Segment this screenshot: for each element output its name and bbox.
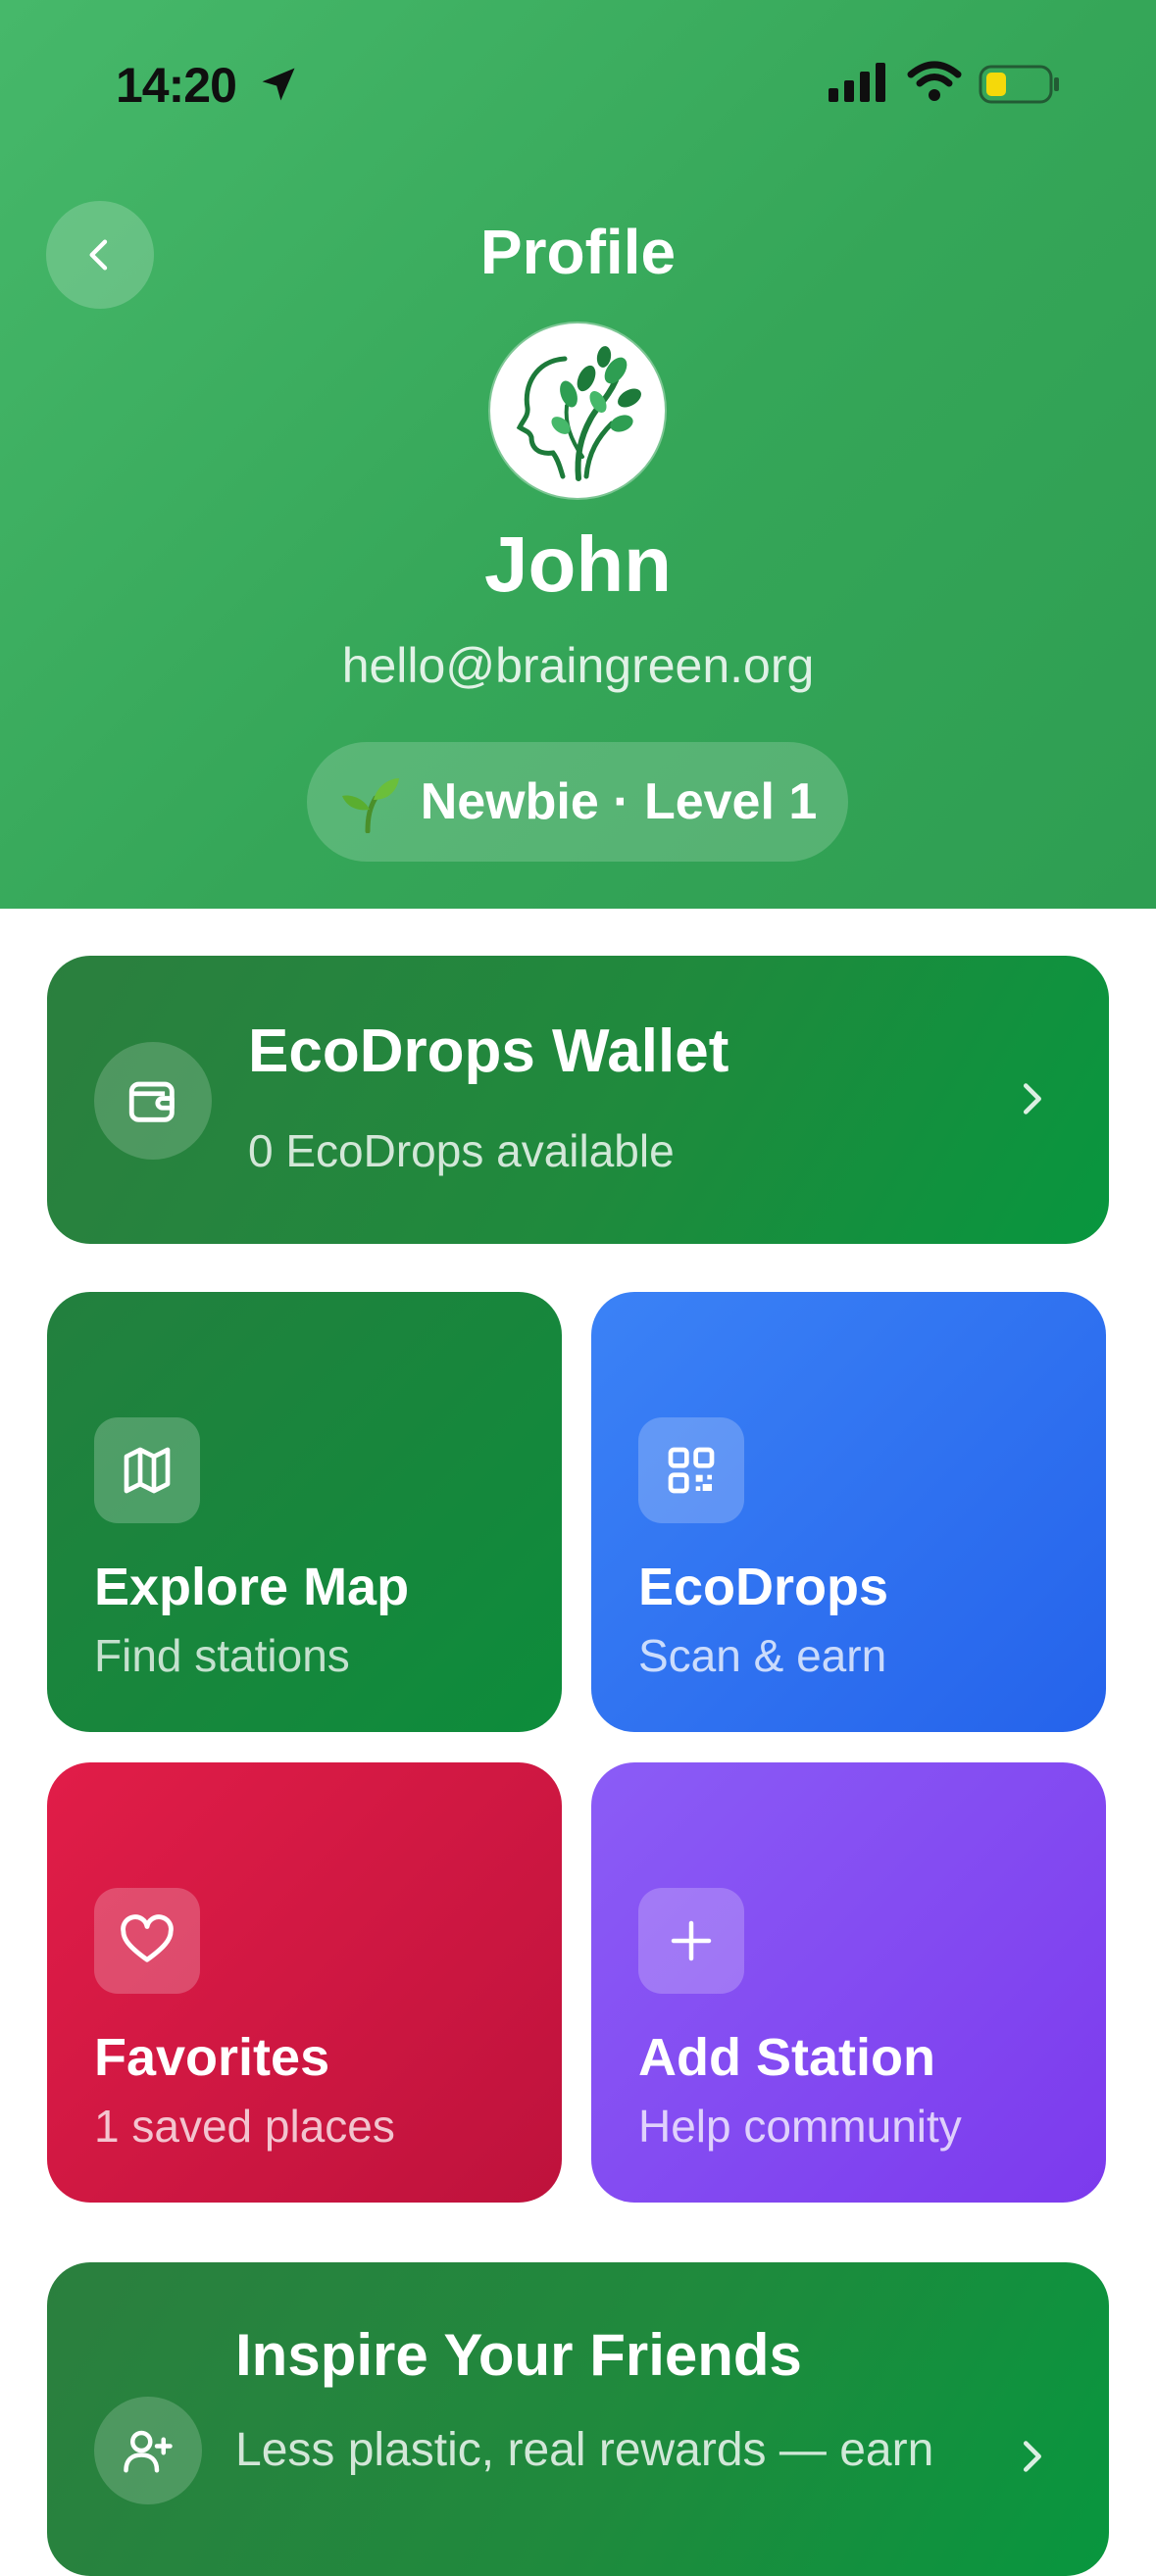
plus-icon-badge — [638, 1888, 744, 1994]
profile-header: 14:20 Profile John hello@braingreen.org … — [0, 0, 1156, 909]
seedling-icon — [341, 778, 399, 833]
tree-head-logo-icon — [516, 346, 641, 481]
wifi-icon — [907, 61, 962, 101]
chevron-right-icon — [1023, 2441, 1041, 2472]
ecodrops-tile[interactable]: EcoDrops Scan & earn — [591, 1292, 1106, 1732]
invite-title: Inspire Your Friends — [235, 2322, 802, 2388]
user-name: John — [483, 520, 673, 608]
qr-icon-badge — [638, 1417, 744, 1523]
add-station-tile[interactable]: Add Station Help community — [591, 1762, 1106, 2203]
battery-icon — [979, 65, 1059, 104]
tile-subtitle: Scan & earn — [638, 1630, 887, 1681]
heart-icon — [121, 1914, 174, 1962]
heart-icon-badge — [94, 1888, 200, 1994]
wallet-title: EcoDrops Wallet — [248, 1017, 729, 1085]
plus-icon — [671, 1920, 712, 1961]
tile-subtitle: Find stations — [94, 1630, 350, 1681]
add-user-icon-badge — [94, 2397, 202, 2504]
inspire-friends-card[interactable]: Inspire Your Friends Less plastic, real … — [47, 2262, 1109, 2576]
add-user-icon — [124, 2430, 173, 2473]
qr-code-icon — [668, 1447, 715, 1494]
tile-title: Explore Map — [94, 1558, 410, 1616]
user-email: hello@braingreen.org — [341, 638, 815, 693]
wallet-icon — [128, 1081, 175, 1122]
ecodrops-wallet-card[interactable]: EcoDrops Wallet 0 EcoDrops available — [47, 956, 1109, 1244]
avatar[interactable] — [490, 323, 665, 498]
tile-title: EcoDrops — [638, 1558, 889, 1616]
favorites-tile[interactable]: Favorites 1 saved places — [47, 1762, 562, 2203]
tile-title: Favorites — [94, 2028, 330, 2087]
page-title: Profile — [479, 217, 677, 287]
tile-subtitle: Help community — [638, 2101, 962, 2152]
cellular-signal-icon — [829, 63, 885, 102]
level-text: Newbie · Level 1 — [420, 773, 818, 830]
chevron-right-icon — [1023, 1083, 1041, 1115]
tile-title: Add Station — [638, 2028, 935, 2087]
location-arrow-icon — [262, 68, 295, 101]
invite-subtitle: Less plastic, real rewards — earn — [235, 2424, 934, 2476]
map-icon — [124, 1447, 171, 1494]
level-badge: Newbie · Level 1 — [307, 742, 848, 862]
explore-map-tile[interactable]: Explore Map Find stations — [47, 1292, 562, 1732]
map-icon-badge — [94, 1417, 200, 1523]
wallet-balance: 0 EcoDrops available — [248, 1125, 675, 1176]
tile-subtitle: 1 saved places — [94, 2101, 395, 2152]
wallet-icon-badge — [94, 1042, 212, 1160]
status-time: 14:20 — [116, 58, 237, 113]
